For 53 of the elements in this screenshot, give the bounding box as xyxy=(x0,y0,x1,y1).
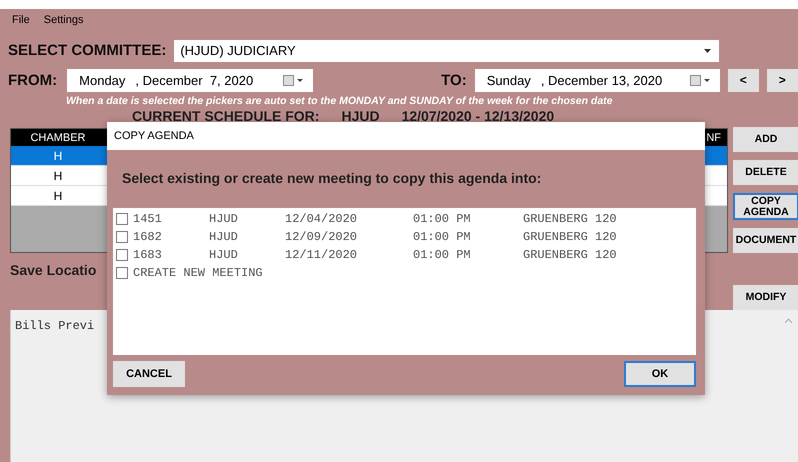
meeting-id[interactable]: 1683 xyxy=(133,248,209,262)
column-header: CHAMBER xyxy=(29,132,86,144)
committee-dropdown[interactable]: (HJUD) JUDICIARY xyxy=(174,40,720,62)
schedule-range: 12/07/2020 - 12/13/2020 xyxy=(402,109,554,123)
side-button[interactable]: DELETE xyxy=(733,160,798,185)
side-button[interactable]: MODIFY xyxy=(733,285,798,310)
meeting-date[interactable]: 12/11/2020 xyxy=(285,248,413,262)
column-header: NF xyxy=(706,132,722,144)
nav-button[interactable]: > xyxy=(766,68,798,92)
meeting-room[interactable]: GRUENBERG 120 xyxy=(523,230,617,244)
meeting-time[interactable]: 01:00 PM xyxy=(413,230,523,244)
date-picker[interactable]: Monday , December 7, 2020 xyxy=(67,68,314,92)
schedule-committee: HJUD xyxy=(341,109,380,123)
menu-item[interactable]: File xyxy=(12,14,30,26)
table-cell-text: H xyxy=(52,168,64,182)
meeting-time[interactable]: 01:00 PM xyxy=(413,248,523,262)
checkbox[interactable] xyxy=(116,231,128,243)
preview-text: Bills Previ xyxy=(15,319,94,333)
meeting-committee[interactable]: HJUD xyxy=(209,248,285,262)
checkbox[interactable] xyxy=(116,213,128,225)
meeting-id[interactable]: 1451 xyxy=(133,212,209,226)
side-button[interactable]: ADD xyxy=(733,127,798,152)
checkbox[interactable] xyxy=(116,267,128,279)
meeting-room[interactable]: GRUENBERG 120 xyxy=(523,212,617,226)
checkbox[interactable] xyxy=(116,249,128,261)
from-label: FROM: xyxy=(8,72,58,88)
caret-icon xyxy=(704,48,712,52)
committee-label: SELECT COMMITTEE: xyxy=(8,42,166,59)
dialog-button[interactable]: CANCEL xyxy=(113,361,185,387)
hint-text: When a date is selected the pickers are auto set to the MONDAY and SUNDAY of the week for the chosen date xyxy=(65,95,614,107)
dialog-title: COPY AGENDA xyxy=(107,122,705,150)
date-picker[interactable]: Sunday , December 13, 2020 xyxy=(474,68,720,92)
table-cell-text: H xyxy=(52,148,64,162)
meeting-time[interactable]: 01:00 PM xyxy=(413,212,523,226)
to-label: TO: xyxy=(441,72,467,88)
calendar-icon xyxy=(690,74,710,86)
meeting-date[interactable]: 12/09/2020 xyxy=(285,230,413,244)
table-cell-text: H xyxy=(52,188,64,202)
side-button[interactable]: COPY AGENDA xyxy=(733,193,798,220)
dialog-button[interactable]: OK xyxy=(624,361,696,387)
menu-item[interactable]: Settings xyxy=(44,14,84,26)
meeting-committee[interactable]: HJUD xyxy=(209,230,285,244)
nav-button[interactable]: < xyxy=(728,68,759,92)
save-location-label: Save Locatio xyxy=(10,262,96,278)
meeting-room[interactable]: GRUENBERG 120 xyxy=(523,248,617,262)
calendar-icon xyxy=(283,74,304,86)
meeting-id[interactable]: 1682 xyxy=(133,230,209,244)
dialog-prompt: Select existing or create new meeting to copy this agenda into: xyxy=(121,170,542,186)
schedule-label: CURRENT SCHEDULE FOR: xyxy=(132,109,320,123)
meeting-committee[interactable]: HJUD xyxy=(209,212,285,226)
create-meeting-option[interactable]: CREATE NEW MEETING xyxy=(133,266,263,280)
meeting-date[interactable]: 12/04/2020 xyxy=(285,212,413,226)
side-button[interactable]: DOCUMENT xyxy=(733,228,798,253)
